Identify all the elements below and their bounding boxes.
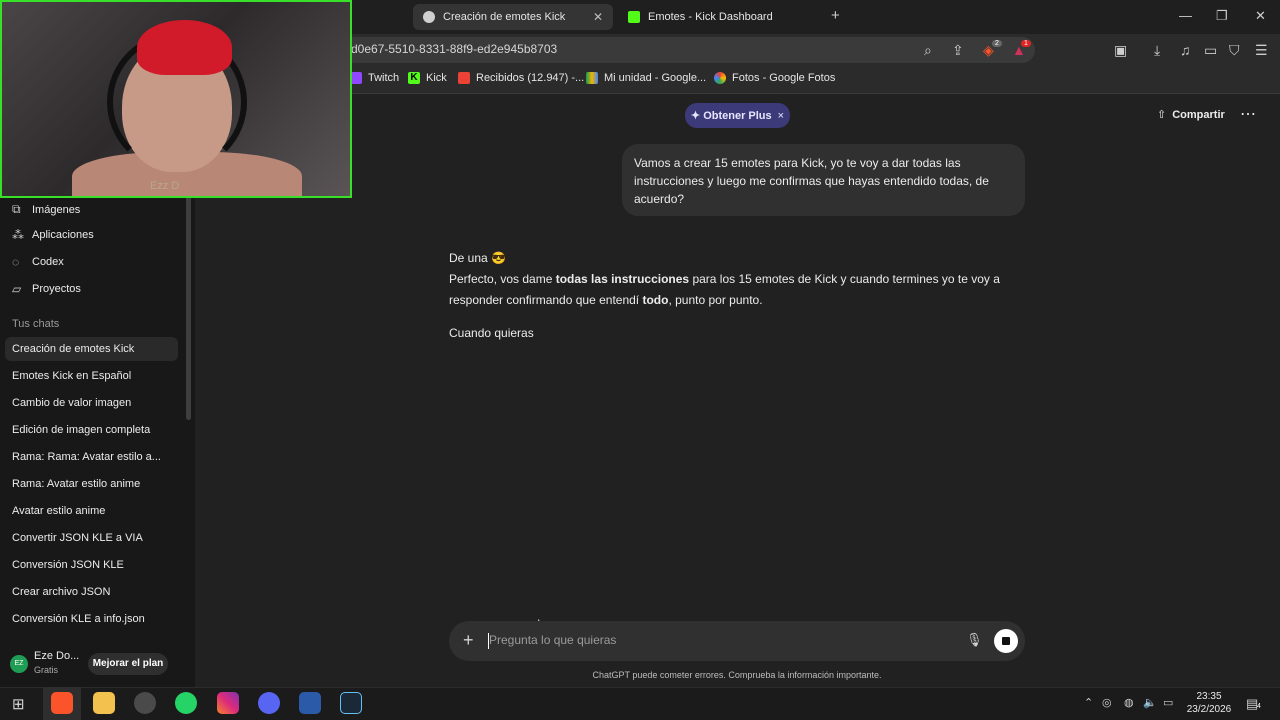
maximize-button[interactable]: ❐ [1216,8,1228,24]
share-button[interactable]: ⇧ Compartir [1157,108,1225,122]
prompt-input[interactable]: Pregunta lo que quieras [489,633,616,647]
kick-favicon-icon [628,11,640,23]
assistant-line: De una 😎 [449,251,506,265]
chat-item[interactable]: Conversión JSON KLE [5,553,178,577]
folder-icon: ▱ [12,282,22,296]
share-page-icon[interactable]: ⇪ [952,42,964,59]
stop-icon [1002,637,1010,645]
rewards-badge: 1 [1021,40,1031,47]
chat-item[interactable]: Edición de imagen completa [5,418,178,442]
photos-icon [714,72,726,84]
notification-count: 4 [1257,703,1261,710]
volume-icon[interactable]: 🔈 [1143,696,1157,709]
download-icon[interactable]: ⤓ [1154,42,1160,59]
disclaimer: ChatGPT puede cometer errores. Comprueba… [592,670,882,680]
chat-item[interactable]: Avatar estilo anime [5,499,178,523]
show-hidden-icons-icon[interactable]: ⌃ [1084,696,1093,709]
get-plus-button[interactable]: ✦ Obtener Plus × [685,103,790,128]
tab-title: Creación de emotes Kick [443,11,566,23]
close-tab-icon[interactable]: ✕ [593,10,603,24]
composer[interactable]: + Pregunta lo que quieras 🎙 [449,621,1025,661]
gmail-icon [458,72,470,84]
tab-creacion-emotes[interactable]: Creación de emotes Kick ✕ [413,4,613,30]
kick-icon: K [408,72,420,84]
vpn-icon[interactable]: ⛉ [1229,42,1240,59]
close-window-button[interactable]: ✕ [1255,8,1266,24]
sidebar-item-projects[interactable]: ▱ Proyectos [12,282,81,296]
network-icon[interactable]: ▭ [1163,696,1173,709]
discord-icon[interactable] [258,692,280,714]
share-icon: ⇧ [1157,109,1167,121]
chat-item[interactable]: Convertir JSON KLE a VIA [5,526,178,550]
chats-section-label: Tus chats [12,318,60,330]
search-icon[interactable]: ⌕ [924,42,932,59]
tab-kick-dashboard[interactable]: Emotes - Kick Dashboard [618,4,818,30]
bookmark-twitch[interactable]: Twitch [350,72,399,84]
stop-button[interactable] [994,629,1018,653]
steam-icon[interactable] [340,692,362,714]
minimize-button[interactable]: — [1179,8,1192,23]
chat-item[interactable]: Rama: Rama: Avatar estilo a... [5,445,178,469]
chat-item[interactable]: Creación de emotes Kick [5,337,178,361]
microphone-icon[interactable]: 🎙 [966,632,983,648]
tab-title: Emotes - Kick Dashboard [648,11,773,23]
whatsapp-icon[interactable] [175,692,197,714]
bookmark-drive[interactable]: Mi unidad - Google... [586,72,706,84]
sidebar-item-codex[interactable]: ◌ Codex [12,255,64,269]
windows-start-icon[interactable]: ⊞ [12,695,25,713]
chatgpt-favicon-icon [423,11,435,23]
chat-item[interactable]: Emotes Kick en Español [5,364,178,388]
webcam-overlay-text: Ezz D [150,180,180,192]
discord-tray-icon[interactable]: ◍ [1124,696,1134,709]
shields-badge: 2 [992,40,1002,47]
chat-item[interactable]: Rama: Avatar estilo anime [5,472,178,496]
bookmark-photos[interactable]: Fotos - Google Fotos [714,72,835,84]
url-text[interactable]: d0e67-5510-8331-88f9-ed2e945b8703 [351,42,557,56]
sidebar-item-apps[interactable]: ⁂ Aplicaciones [12,228,94,242]
user-name[interactable]: Eze Do... [34,650,79,662]
menu-icon[interactable]: ☰ [1255,42,1268,59]
codex-icon: ◌ [12,255,20,269]
user-plan: Gratis [34,665,59,675]
tray-app-icon[interactable]: ◎ [1102,696,1112,709]
assistant-line: Cuando quieras [449,326,534,340]
brave-app-icon[interactable] [51,692,73,714]
chat-item[interactable]: Cambio de valor imagen [5,391,178,415]
assistant-paragraph: Perfecto, vos dame todas las instruccion… [449,272,1000,307]
add-attachment-icon[interactable]: + [463,630,474,651]
file-explorer-icon[interactable] [93,692,115,714]
assistant-message: De una 😎 Perfecto, vos dame todas las in… [449,248,1009,356]
webcam-overlay: Ezz D [0,0,352,198]
reader-mode-icon[interactable]: ▣ [1114,42,1127,59]
chatgpt-app-icon[interactable] [134,692,156,714]
drive-icon [586,72,598,84]
close-plus-icon[interactable]: × [778,110,784,122]
avatar[interactable]: EZ [10,655,28,673]
bookmark-gmail[interactable]: Recibidos (12.947) -... [458,72,584,84]
bookmark-kick[interactable]: K Kick [408,72,447,84]
upgrade-plan-button[interactable]: Mejorar el plan [88,653,168,675]
sparkle-icon: ✦ [690,110,704,122]
wallet-icon[interactable]: ▭ [1204,42,1217,59]
taskbar-clock[interactable]: 23:35 23/2/2026 [1185,690,1233,716]
instagram-icon[interactable] [217,692,239,714]
webcam-cap [137,20,232,75]
images-icon: ⧉ [12,202,21,216]
apps-icon: ⁂ [12,228,24,242]
chat-item[interactable]: Conversión KLE a info.json [5,607,178,631]
chat-item[interactable]: Crear archivo JSON [5,580,178,604]
user-message: Vamos a crear 15 emotes para Kick, yo te… [622,144,1025,216]
music-icon[interactable]: ♫ [1180,42,1191,58]
new-tab-button[interactable]: + [831,7,840,24]
sidebar-item-images[interactable]: ⧉ Imágenes [12,202,80,217]
powershell-icon[interactable] [299,692,321,714]
more-options-icon[interactable]: ⋯ [1240,104,1256,124]
